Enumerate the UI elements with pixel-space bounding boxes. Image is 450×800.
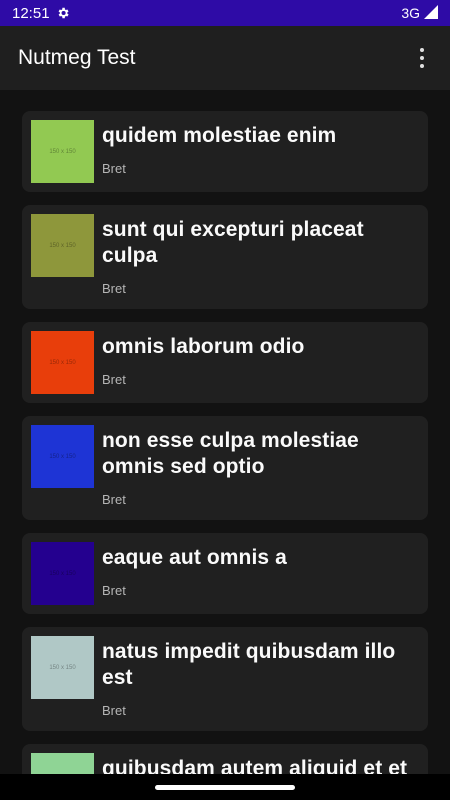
- more-options-icon[interactable]: [412, 43, 432, 73]
- post-card[interactable]: 150 x 150 quibusdam autem aliquid et etBr…: [22, 744, 428, 774]
- post-thumbnail: 150 x 150: [31, 331, 94, 394]
- post-author: Bret: [102, 703, 126, 718]
- status-time: 12:51: [12, 4, 50, 22]
- post-thumbnail: 150 x 150: [31, 753, 94, 774]
- post-thumbnail: 150 x 150: [31, 425, 94, 488]
- post-author: Bret: [102, 281, 126, 296]
- post-title: natus impedit quibusdam illo est: [102, 640, 396, 689]
- post-card[interactable]: 150 x 150 quidem molestiae enim Bret: [22, 111, 428, 192]
- post-title: quidem molestiae enim: [102, 124, 337, 147]
- post-text: natus impedit quibusdam illo est Bret: [102, 636, 418, 722]
- post-card[interactable]: 150 x 150 sunt qui excepturi placeat culp…: [22, 205, 428, 309]
- post-title: sunt qui excepturi placeat culpa: [102, 218, 364, 267]
- settings-gear-icon: [56, 6, 70, 20]
- post-author: Bret: [102, 372, 126, 387]
- post-text: quibusdam autem aliquid et etBret: [102, 753, 418, 774]
- post-card[interactable]: 150 x 150 non esse culpa molestiae omnis …: [22, 416, 428, 520]
- post-thumbnail: 150 x 150: [31, 120, 94, 183]
- post-text: omnis laborum odio Bret: [102, 331, 418, 391]
- post-list[interactable]: 150 x 150 quidem molestiae enim Bret 150 x …: [0, 90, 450, 774]
- post-thumbnail: 150 x 150: [31, 214, 94, 277]
- status-bar: 12:51 3G: [0, 0, 450, 26]
- post-title: omnis laborum odio: [102, 335, 305, 358]
- post-title: non esse culpa molestiae omnis sed optio: [102, 429, 359, 478]
- post-text: eaque aut omnis a Bret: [102, 542, 418, 602]
- post-thumbnail: 150 x 150: [31, 636, 94, 699]
- navigation-bar: [0, 774, 450, 800]
- post-author: Bret: [102, 161, 126, 176]
- network-type: 3G: [401, 5, 420, 21]
- home-gesture-handle[interactable]: [155, 784, 295, 790]
- post-author: Bret: [102, 583, 126, 598]
- post-card[interactable]: 150 x 150 omnis laborum odio Bret: [22, 322, 428, 403]
- post-text: quidem molestiae enim Bret: [102, 120, 418, 180]
- post-title: quibusdam autem aliquid et et: [102, 757, 408, 774]
- app-bar: Nutmeg Test: [0, 26, 450, 90]
- post-text: sunt qui excepturi placeat culpa Bret: [102, 214, 418, 300]
- post-title: eaque aut omnis a: [102, 546, 287, 569]
- post-author: Bret: [102, 492, 126, 507]
- post-card[interactable]: 150 x 150 natus impedit quibusdam illo es…: [22, 627, 428, 731]
- post-text: non esse culpa molestiae omnis sed optio…: [102, 425, 418, 511]
- signal-icon: [424, 4, 438, 22]
- post-thumbnail: 150 x 150: [31, 542, 94, 605]
- post-card[interactable]: 150 x 150 eaque aut omnis a Bret: [22, 533, 428, 614]
- app-title: Nutmeg Test: [18, 46, 136, 69]
